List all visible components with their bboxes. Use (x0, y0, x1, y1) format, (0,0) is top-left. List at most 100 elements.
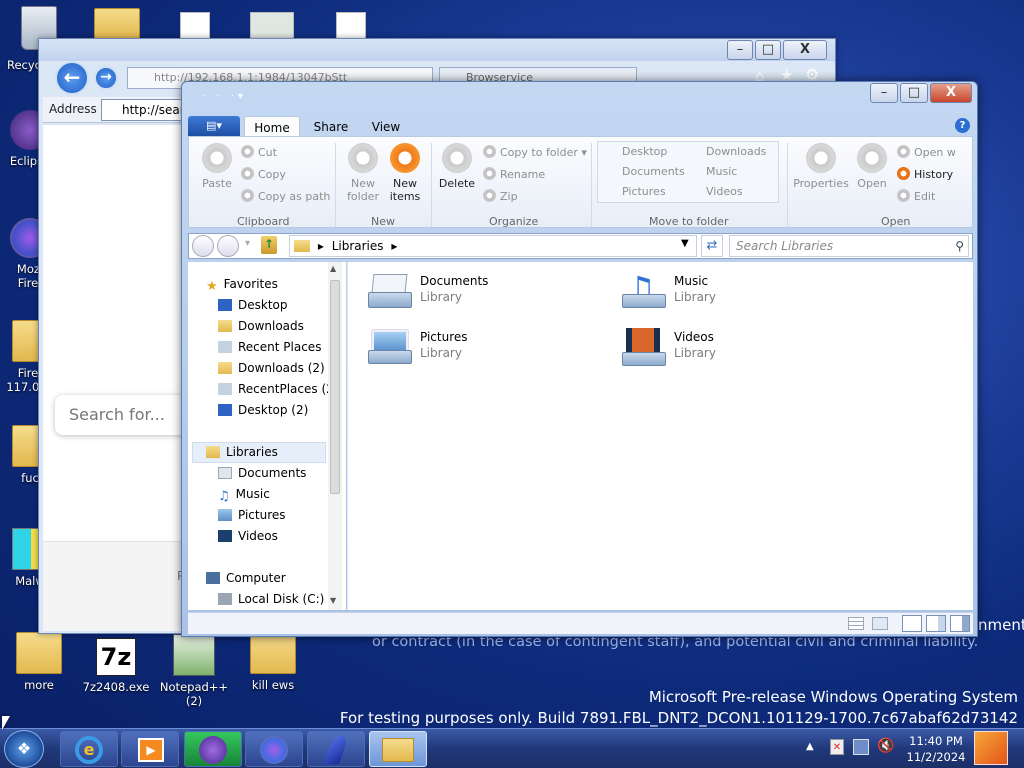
taskbar-app-button[interactable] (307, 731, 365, 767)
search-input[interactable]: Search Libraries ⚲ (729, 235, 969, 257)
forward-button[interactable]: → (94, 66, 118, 90)
preview-pane-icon[interactable] (950, 615, 970, 632)
move-desktop[interactable]: Desktop (622, 143, 667, 161)
help-icon[interactable]: ? (955, 118, 970, 133)
properties-button[interactable]: Properties (793, 143, 849, 190)
nav-downloads-2[interactable]: Downloads (2) (218, 358, 366, 379)
clock[interactable]: 11:40 PM 11/2/2024 (898, 733, 974, 765)
nav-lib-music[interactable]: ♫ Music (218, 484, 366, 505)
close-button[interactable]: X (783, 40, 827, 60)
document-icon[interactable] (250, 12, 294, 40)
library-item-music[interactable]: ♫ Music Library (620, 270, 860, 320)
nav-desktop[interactable]: Desktop (218, 295, 366, 316)
zip-button[interactable]: Zip (483, 188, 518, 206)
new-folder-button[interactable]: New folder (343, 143, 383, 203)
start-button[interactable]: ❖ (4, 730, 44, 768)
minimize-button[interactable]: – (870, 83, 898, 103)
nav-scrollbar[interactable]: ▲ ▼ (328, 262, 342, 610)
navigation-pane[interactable]: ★ Favorites Desktop Downloads Recent Plac… (188, 262, 346, 610)
quick-access-toolbar[interactable]: · · ·▾ (202, 88, 282, 106)
thumbnails-view-icon[interactable] (872, 617, 888, 630)
copy-path-button[interactable]: Copy as path (241, 188, 330, 206)
desktop-icon (218, 299, 232, 311)
paste-button[interactable]: Paste (197, 143, 237, 190)
copy-button[interactable]: Copy (241, 166, 286, 184)
up-arrow-icon[interactable]: ↑ (261, 236, 277, 254)
move-documents[interactable]: Documents (622, 163, 685, 181)
show-desktop-button[interactable] (974, 731, 1008, 765)
back-button[interactable] (192, 235, 214, 257)
taskbar-ie-button[interactable]: e (60, 731, 118, 767)
minimize-button[interactable]: – (727, 40, 753, 60)
nav-local-disk[interactable]: Local Disk (C:) (218, 589, 366, 610)
maximize-button[interactable]: □ (900, 83, 928, 103)
recent-locations-icon[interactable]: ▾ (245, 238, 250, 249)
move-downloads[interactable]: Downloads (706, 143, 766, 161)
tab-home[interactable]: Home (244, 116, 300, 138)
search-icon: ⚲ (955, 239, 964, 253)
desktop-icon-more[interactable]: more (3, 632, 75, 692)
breadcrumb-item[interactable]: Libraries (332, 239, 384, 253)
new-items-button[interactable]: New items (385, 143, 425, 203)
taskbar-firefox-button[interactable] (245, 731, 303, 767)
taskbar-explorer-button[interactable] (369, 731, 427, 767)
library-item-pictures[interactable]: Pictures Library (366, 326, 606, 376)
document-icon[interactable] (336, 12, 366, 40)
desktop-icon-label: Notepad++ (2) (159, 680, 229, 708)
move-to-gallery[interactable]: Desktop Documents Pictures Downloads Mus… (597, 141, 779, 203)
details-view-icon[interactable] (848, 617, 864, 630)
move-videos[interactable]: Videos (706, 183, 743, 201)
nav-lib-documents[interactable]: Documents (218, 463, 366, 484)
content-pane[interactable]: Documents Library ♫ Music Library Pictur… (347, 262, 973, 610)
address-input[interactable]: http://sear (101, 99, 191, 121)
nav-lib-pictures[interactable]: Pictures (218, 505, 366, 526)
rename-button[interactable]: Rename (483, 166, 545, 184)
desktop-icon-7z[interactable]: 7z 7z2408.exe (80, 638, 152, 694)
file-menu-button[interactable]: ▤▾ (188, 116, 240, 136)
history-button[interactable]: History (897, 166, 953, 184)
copy-to-folder-button[interactable]: Copy to folder ▾ (483, 144, 587, 162)
mouse-cursor (2, 716, 10, 730)
details-pane-icon[interactable] (926, 615, 946, 632)
forward-button[interactable] (217, 235, 239, 257)
move-music[interactable]: Music (706, 163, 737, 181)
title-bar[interactable] (39, 39, 835, 61)
nav-recent-places-2[interactable]: RecentPlaces (2) (218, 379, 366, 400)
action-center-icon[interactable]: ✕ (830, 739, 844, 755)
scrollbar-thumb[interactable] (330, 280, 340, 494)
document-icon[interactable] (180, 12, 210, 40)
tab-share[interactable]: Share (306, 116, 356, 138)
address-dropdown-icon[interactable]: ▼ (681, 238, 689, 249)
show-hidden-icons-icon[interactable]: ▲ (806, 741, 814, 752)
scrollbar-up-icon[interactable]: ▲ (330, 264, 336, 273)
volume-muted-icon[interactable]: 🔇 (877, 738, 894, 754)
preview-pane-off-icon[interactable] (902, 615, 922, 632)
maximize-button[interactable]: □ (755, 40, 781, 60)
taskbar-media-player-button[interactable]: ▶ (121, 731, 179, 767)
open-button[interactable]: Open (855, 143, 889, 190)
move-pictures[interactable]: Pictures (622, 183, 666, 201)
nav-desktop-2[interactable]: Desktop (2) (218, 400, 366, 421)
refresh-icon[interactable]: ⇄ (701, 235, 723, 257)
open-with-button[interactable]: Open w (897, 144, 956, 162)
delete-button[interactable]: Delete (437, 143, 477, 190)
scrollbar-down-icon[interactable]: ▼ (330, 596, 336, 605)
folder-icon[interactable] (94, 8, 140, 40)
nav-lib-videos[interactable]: Videos (218, 526, 366, 547)
nav-recent-places[interactable]: Recent Places (218, 337, 366, 358)
library-item-documents[interactable]: Documents Library (366, 270, 606, 320)
network-icon[interactable] (853, 739, 869, 755)
taskbar-eclipse-button[interactable] (184, 731, 242, 767)
desktop-icon-notepadpp[interactable]: Notepad++ (2) (158, 634, 230, 708)
breadcrumb[interactable]: ▸ Libraries ▸ (289, 235, 697, 257)
explorer-window[interactable]: · · ·▾ – □ X ▤▾ Home Share View ? Paste … (181, 81, 978, 637)
library-item-videos[interactable]: Videos Library (620, 326, 860, 376)
back-button[interactable]: ← (55, 61, 89, 95)
desktop-icon-kill-ews[interactable]: kill ews (237, 632, 309, 692)
nav-downloads[interactable]: Downloads (218, 316, 366, 337)
tab-view[interactable]: View (364, 116, 408, 138)
close-button[interactable]: X (930, 83, 972, 103)
status-bar (188, 612, 973, 634)
cut-button[interactable]: Cut (241, 144, 277, 162)
edit-button[interactable]: Edit (897, 188, 935, 206)
